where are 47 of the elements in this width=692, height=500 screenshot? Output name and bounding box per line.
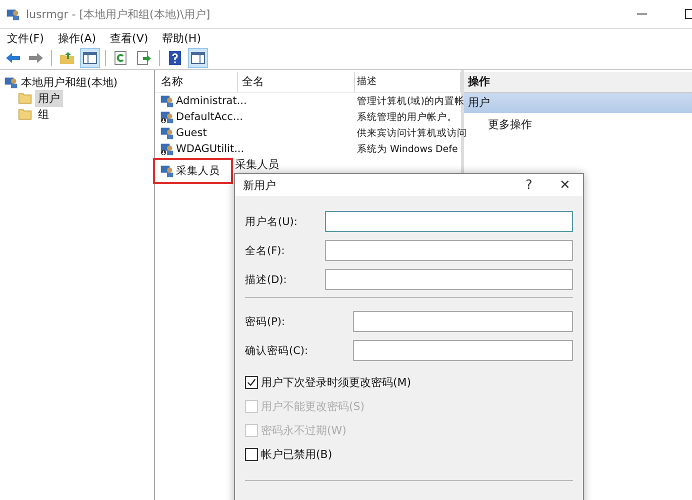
field-label: 描述(D): [245,272,288,286]
description: 供来宾访问计算机或访问 [357,128,467,138]
checkbox-label: 用户不能更改密码(S) [261,398,365,414]
close-button[interactable]: ✕ [547,174,583,196]
input-field[interactable] [325,211,573,232]
field-label: 用户名(U): [245,214,298,228]
checkbox[interactable] [245,376,258,388]
user-name[interactable]: Administrat... [176,95,247,107]
description: 系统管理的用户帐户。 [357,112,457,122]
section-header[interactable]: 用户 [464,93,692,113]
menu-item[interactable]: 帮助(H) [155,30,208,46]
dialog-title: 新用户 [243,178,276,192]
panel-icon[interactable] [80,48,100,68]
input-field[interactable] [325,269,573,290]
field-label: 全名(F): [245,244,286,258]
checkbox-label: 用户下次登录时须更改密码(M) [261,374,412,390]
checkbox-label: 帐户已禁用(B) [261,446,332,462]
menu-item[interactable]: 操作(A) [50,30,104,46]
menu-item[interactable]: 查看(V) [103,30,156,46]
users-icon [6,7,20,21]
checkbox[interactable] [245,448,258,460]
tree-item[interactable]: 用户 [35,90,63,106]
column-header[interactable]: 描述 [355,72,461,92]
full-name: 采集人员 [235,158,279,171]
description: 管理计算机(域)的内置帐 [357,96,464,106]
column-header[interactable]: 名称 [155,72,238,92]
input-field[interactable] [353,311,573,332]
field-label: 密码(P): [245,314,286,328]
actions-header: 操作 [464,72,692,93]
checkbox-label: 密码永不过期(W) [261,422,346,438]
users-icon [4,75,18,89]
window-title: lusrmgr - [本地用户和组(本地)\用户] [26,6,210,22]
tree-item[interactable]: 本地用户和组(本地) [21,74,118,90]
user-name[interactable]: 采集人员 [176,164,220,178]
folder-icon [18,91,32,105]
help-button[interactable]: ? [511,174,547,196]
panel-icon[interactable] [188,48,208,68]
field-label: 确认密码(C): [245,344,310,358]
description: 系统为 Windows Defe [357,144,458,154]
tree-item[interactable]: 组 [35,106,52,122]
action-link[interactable]: 更多操作 [488,118,532,131]
input-field[interactable] [325,240,573,261]
input-field[interactable] [353,340,573,361]
menu-item[interactable]: 文件(F) [0,30,51,46]
folder-icon [18,107,32,121]
user-name[interactable]: Guest [176,127,207,139]
column-header[interactable]: 全名 [238,72,355,92]
